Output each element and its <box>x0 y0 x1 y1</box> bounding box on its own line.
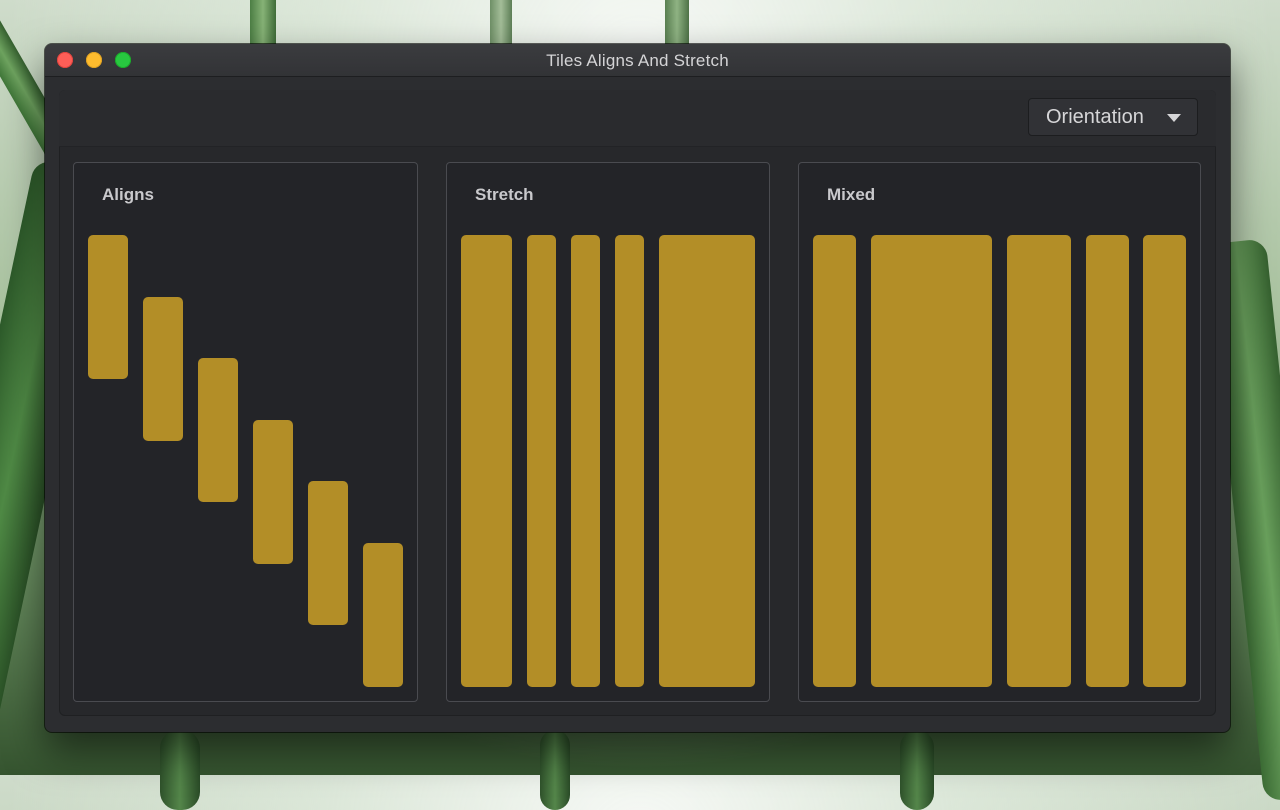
stretch-tile <box>527 235 556 687</box>
aligns-tile <box>198 358 238 502</box>
title-bar[interactable]: Tiles Aligns And Stretch <box>45 44 1230 77</box>
orientation-dropdown[interactable]: Orientation <box>1028 98 1198 136</box>
aligns-panel-title: Aligns <box>102 185 154 204</box>
aligns-tile <box>88 235 128 379</box>
mixed-panel: Mixed <box>798 162 1201 702</box>
aligns-tile <box>363 543 403 687</box>
aligns-tile <box>143 297 183 441</box>
mixed-tile <box>871 235 992 687</box>
window-title: Tiles Aligns And Stretch <box>546 51 729 70</box>
mixed-tile <box>1007 235 1071 687</box>
mixed-tile <box>1086 235 1129 687</box>
aligns-panel: Aligns <box>73 162 418 702</box>
app-window: Tiles Aligns And Stretch Orientation Ali… <box>45 44 1230 732</box>
stretch-tile <box>615 235 644 687</box>
stretch-tile <box>571 235 600 687</box>
mixed-tile <box>813 235 856 687</box>
chevron-down-icon <box>1167 114 1181 122</box>
stretch-panel-title: Stretch <box>475 185 534 204</box>
stretch-tile <box>659 235 755 687</box>
aligns-tile <box>308 481 348 625</box>
stretch-tile <box>461 235 512 687</box>
mixed-panel-title: Mixed <box>827 185 876 204</box>
toolbar: Orientation <box>59 90 1216 147</box>
aligns-tile <box>253 420 293 564</box>
orientation-dropdown-label: Orientation <box>1046 105 1144 128</box>
stretch-panel: Stretch <box>446 162 770 702</box>
main-content: Orientation Aligns Stretch Mixed <box>59 90 1216 716</box>
mixed-tile <box>1143 235 1186 687</box>
